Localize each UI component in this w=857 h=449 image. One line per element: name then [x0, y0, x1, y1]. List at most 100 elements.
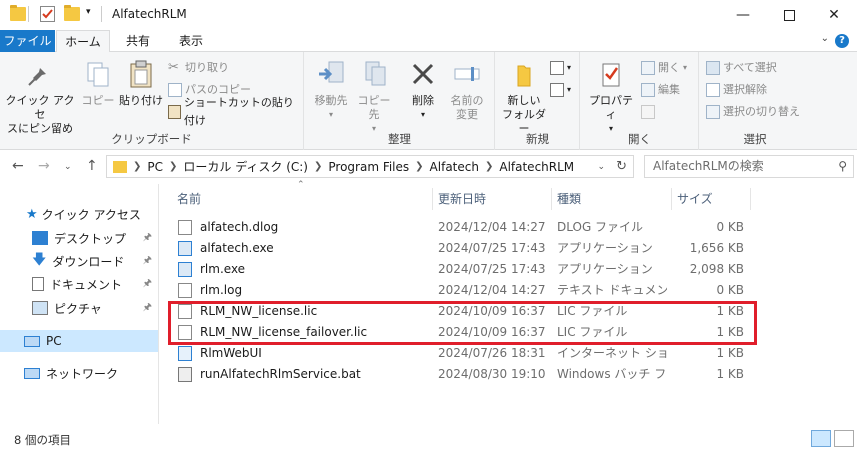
file-row[interactable]: alfatech.dlog 2024/12/04 14:27 DLOG ファイル…: [168, 217, 754, 238]
edit-button[interactable]: 編集: [641, 81, 680, 99]
rename-button[interactable]: 名前の 変更: [445, 58, 489, 122]
copy-to-label: コピー先: [357, 94, 391, 121]
quick-access-toolbar-dropdown-icon[interactable]: ▾: [86, 7, 91, 17]
address-bar[interactable]: ❯ PC ❯ ローカル ディスク (C:) ❯ Program Files ❯ …: [106, 155, 634, 178]
license-files-highlight-box: [168, 301, 757, 345]
breadcrumb-alfatechrlm[interactable]: AlfatechRLM: [499, 160, 574, 174]
details-view-icon[interactable]: [811, 430, 831, 447]
pin-icon[interactable]: 🖈: [143, 253, 152, 270]
column-header-date[interactable]: 更新日時: [438, 188, 486, 210]
up-arrow-icon[interactable]: ↑: [86, 158, 98, 174]
file-row[interactable]: rlm.exe 2024/07/25 17:43 アプリケーション 2,098 …: [168, 259, 754, 280]
column-separator[interactable]: [671, 188, 672, 210]
help-icon[interactable]: ?: [835, 34, 849, 48]
easy-access-button[interactable]: ▾: [550, 81, 571, 99]
close-icon[interactable]: ✕: [811, 0, 857, 30]
pin-icon[interactable]: 🖈: [143, 300, 152, 317]
new-item-button[interactable]: ▾: [550, 59, 571, 77]
tab-share[interactable]: 共有: [115, 30, 161, 52]
tab-file[interactable]: ファイル: [0, 30, 55, 52]
column-separator[interactable]: [432, 188, 433, 210]
column-separator[interactable]: [551, 188, 552, 210]
breadcrumb-alfatech[interactable]: Alfatech: [430, 160, 479, 174]
new-folder-icon[interactable]: [64, 5, 80, 21]
minimize-icon[interactable]: —: [720, 0, 766, 30]
breadcrumb-chevron-icon[interactable]: ❯: [314, 161, 322, 172]
column-header-name[interactable]: 名前: [177, 188, 201, 210]
file-size: 1 KB: [716, 346, 744, 360]
forward-arrow-icon[interactable]: →: [38, 158, 50, 174]
nav-downloads-label: ダウンロード: [52, 254, 125, 269]
breadcrumb-local-disk[interactable]: ローカル ディスク (C:): [183, 158, 308, 175]
breadcrumb-chevron-icon[interactable]: ❯: [169, 161, 177, 172]
properties-button[interactable]: プロパティ ▾: [585, 58, 637, 136]
pane-divider[interactable]: [158, 184, 159, 424]
refresh-icon[interactable]: ↻: [616, 159, 627, 174]
item-count-status: 8 個の項目: [14, 433, 71, 447]
pin-quick-access-button[interactable]: クイック アクセ スにピン留め: [4, 58, 76, 136]
nav-pc[interactable]: PC: [0, 330, 158, 352]
file-type: アプリケーション: [557, 241, 653, 255]
pin-icon[interactable]: 🖈: [143, 276, 152, 293]
cut-button[interactable]: ✂ 切り取り: [168, 59, 229, 77]
breadcrumb-chevron-icon[interactable]: ❯: [415, 161, 423, 172]
new-folder-label-1: 新しい: [507, 94, 541, 107]
nav-downloads[interactable]: 🡇 ダウンロード 🖈: [0, 250, 158, 272]
new-folder-button[interactable]: 新しい フォルダー: [498, 58, 550, 136]
breadcrumb-chevron-icon[interactable]: ❯: [133, 161, 141, 172]
select-all-button[interactable]: すべて選択: [706, 59, 777, 77]
documents-icon: [32, 277, 44, 291]
collapse-ribbon-icon[interactable]: ⌄: [821, 33, 829, 44]
large-icons-view-icon[interactable]: [834, 430, 854, 447]
tab-view[interactable]: 表示: [168, 30, 214, 52]
paste-button[interactable]: 貼り付け: [118, 58, 164, 108]
nav-network[interactable]: ネットワーク: [0, 362, 158, 384]
invert-selection-button[interactable]: 選択の切り替え: [706, 103, 800, 121]
exe-icon: [178, 241, 192, 256]
copy-to-button[interactable]: コピー先 ▾: [353, 58, 395, 136]
file-type: テキスト ドキュメント: [557, 283, 667, 297]
history-button[interactable]: [641, 103, 655, 121]
nav-pictures[interactable]: ピクチャ 🖈: [0, 297, 158, 319]
nav-documents[interactable]: ドキュメント 🖈: [0, 273, 158, 295]
delete-button[interactable]: 削除 ▾: [403, 58, 443, 122]
file-name: RlmWebUI: [200, 346, 262, 360]
open-button[interactable]: 開く ▾: [641, 59, 687, 77]
paste-shortcut-button[interactable]: ショートカットの貼り付け: [168, 96, 303, 127]
divider: [28, 6, 29, 22]
properties-check-icon[interactable]: [40, 6, 55, 22]
file-row[interactable]: RlmWebUI 2024/07/26 18:31 インターネット ショート..…: [168, 343, 754, 364]
breadcrumb-program-files[interactable]: Program Files: [328, 160, 409, 174]
dropdown-icon: ▾: [683, 63, 688, 72]
copy-button[interactable]: コピー: [80, 58, 116, 108]
folder-icon: [113, 160, 127, 173]
column-header-type[interactable]: 種類: [557, 188, 581, 210]
file-row[interactable]: alfatech.exe 2024/07/25 17:43 アプリケーション 1…: [168, 238, 754, 259]
pin-icon[interactable]: 🖈: [143, 230, 152, 247]
breadcrumb-chevron-icon[interactable]: ❯: [485, 161, 493, 172]
move-to-button[interactable]: 移動先 ▾: [311, 58, 351, 122]
file-row[interactable]: rlm.log 2024/12/04 14:27 テキスト ドキュメント 0 K…: [168, 280, 754, 301]
dropdown-icon: ▾: [420, 110, 425, 119]
search-input[interactable]: AlfatechRLMの検索 ⚲: [644, 155, 854, 178]
new-group: 新しい フォルダー ▾ ▾ 新規: [496, 52, 580, 150]
file-date: 2024/07/25 17:43: [438, 241, 546, 255]
column-header-size[interactable]: サイズ: [677, 188, 713, 210]
nav-quick-access[interactable]: ★ クイック アクセス: [0, 203, 158, 225]
nav-network-label: ネットワーク: [46, 366, 119, 381]
edit-icon: [641, 83, 655, 97]
cut-label: 切り取り: [185, 61, 229, 74]
back-arrow-icon[interactable]: ←: [12, 158, 24, 174]
breadcrumb-pc[interactable]: PC: [147, 160, 163, 174]
open-icon: [641, 61, 655, 75]
address-dropdown-icon[interactable]: ⌄: [597, 162, 605, 172]
file-row[interactable]: runAlfatechRlmService.bat 2024/08/30 19:…: [168, 364, 754, 385]
recent-locations-icon[interactable]: ⌄: [64, 162, 72, 172]
column-separator[interactable]: [750, 188, 751, 210]
select-none-button[interactable]: 選択解除: [706, 81, 767, 99]
tab-home[interactable]: ホーム: [56, 30, 110, 53]
file-date: 2024/07/26 18:31: [438, 346, 546, 360]
maximize-icon[interactable]: [766, 0, 812, 30]
divider: [101, 6, 102, 22]
nav-desktop[interactable]: デスクトップ 🖈: [0, 227, 158, 249]
